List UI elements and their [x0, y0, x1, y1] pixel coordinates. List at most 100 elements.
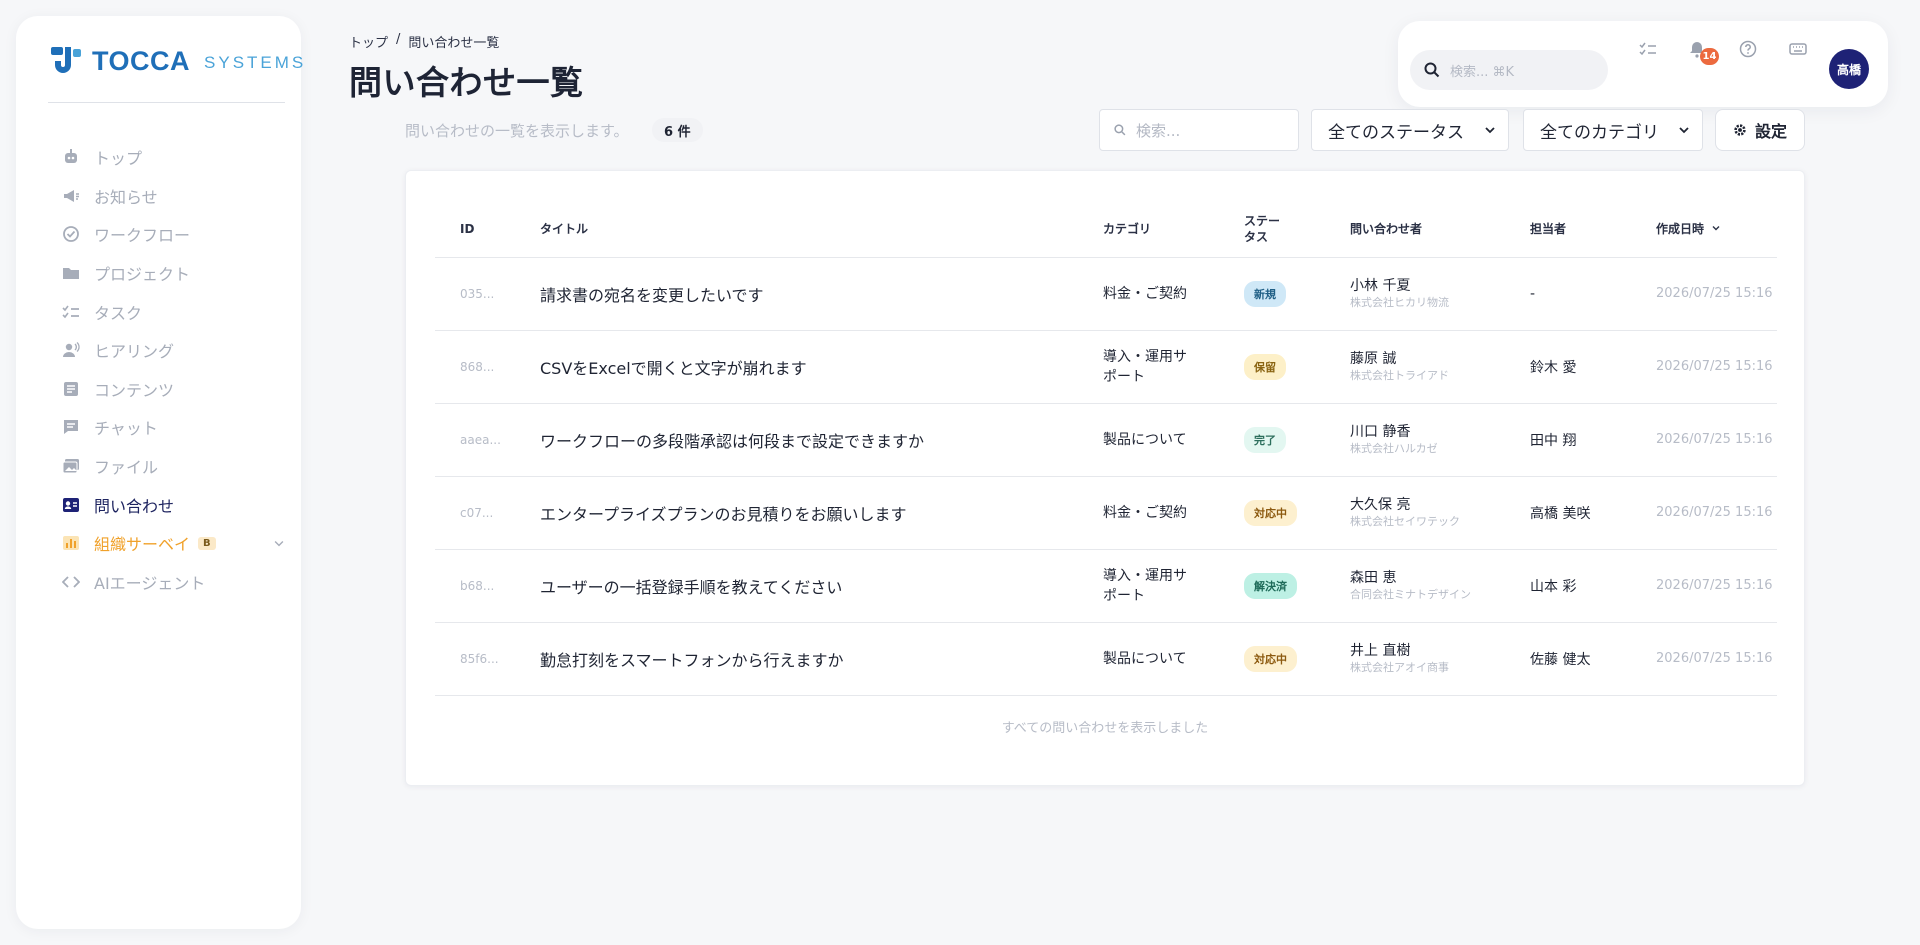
cell-requester: 大久保 亮株式会社セイワテック [1325, 476, 1505, 550]
cell-title[interactable]: エンタープライズプランのお見積りをお願いします [515, 476, 1078, 550]
bar-chart-icon [63, 536, 79, 551]
col-header-title[interactable]: タイトル [515, 201, 1078, 258]
cell-created: 2026/07/25 15:16 [1631, 257, 1777, 331]
status-badge: 対応中 [1244, 499, 1297, 526]
cell-assignee: 鈴木 愛 [1505, 330, 1631, 404]
global-search-input[interactable]: 検索... ⌘K [1410, 50, 1608, 90]
table-row[interactable]: aaea... ワークフローの多段階承認は何段まで設定できますか 製品について 完了 川… [435, 403, 1777, 477]
requester-company: 株式会社アオイ商事 [1350, 660, 1449, 674]
contact-card-icon [63, 497, 79, 512]
top-bar: 検索... ⌘K [1398, 21, 1888, 107]
col-header-status[interactable]: ステータス [1219, 201, 1325, 258]
table-row[interactable]: b68... ユーザーの一括登録手順を教えてください 導入・運用サポート 解決済 森田 … [435, 549, 1777, 623]
gear-icon [1734, 124, 1746, 136]
settings-label: 設定 [1754, 122, 1787, 141]
folder-icon [63, 268, 79, 280]
cell-created: 2026/07/25 15:16 [1631, 403, 1777, 477]
cell-requester: 川口 静香 株式会社ハルカゼ [1325, 403, 1505, 477]
cell-id: c07... [435, 476, 515, 550]
cell-category: 製品について [1078, 622, 1219, 696]
table-row[interactable]: 035... 請求書の宛名を変更したいです 料金・ご契約 新規 小林 千夏 株式会社ヒカリ… [435, 257, 1777, 331]
cell-category: 製品について [1078, 403, 1219, 477]
chat-icon [64, 420, 78, 435]
cell-title[interactable]: ワークフローの多段階承認は何段まで設定できますか [515, 403, 1078, 477]
category-filter-select[interactable]: 全てのカテゴリ [1523, 109, 1703, 151]
sidebar-item-news[interactable]: お知らせ [62, 177, 292, 216]
help-icon[interactable] [1737, 38, 1759, 60]
col-header-id[interactable]: ID [435, 201, 515, 258]
requester-company: 株式会社ハルカゼ [1350, 441, 1438, 455]
code-icon [62, 576, 80, 588]
sidebar-item-inquiries[interactable]: 問い合わせ [62, 485, 292, 524]
search-placeholder: 検索... [1136, 121, 1181, 140]
table-row[interactable]: 868... CSVをExcelで開くと文字が崩れます 導入・運用サポート 保留 藤原 … [435, 330, 1777, 404]
cell-title[interactable]: 請求書の宛名を変更したいです [515, 257, 1078, 331]
notification-count-badge: 14 [1700, 48, 1719, 65]
beta-badge: B [198, 536, 216, 550]
col-header-requester[interactable]: 問い合わせ者 [1325, 201, 1505, 258]
breadcrumb-home[interactable]: トップ [349, 32, 388, 51]
sidebar-item-top[interactable]: トップ [62, 138, 292, 177]
cell-requester: 井上 直樹 株式会社アオイ商事 [1325, 622, 1505, 696]
sort-desc-icon [1712, 225, 1720, 231]
inquiry-table: ID タイトル カテゴリ ステータス 問い合わせ者 担当者 作成日時 035..… [435, 201, 1777, 696]
table-row[interactable]: c07... エンタープライズプランのお見積りをお願いします 料金・ご契約 対応中 大久… [435, 476, 1777, 550]
requester-name: 井上 直樹 [1350, 642, 1411, 659]
tocca-logo-icon [51, 47, 81, 73]
cell-title[interactable]: 勤怠打刻をスマートフォンから行えますか [515, 622, 1078, 696]
cell-created: 2026/07/25 15:16 [1631, 549, 1777, 623]
cell-assignee: 高橋 美咲 [1505, 476, 1631, 550]
col-header-created[interactable]: 作成日時 [1631, 201, 1777, 258]
settings-button[interactable]: 設定 [1715, 109, 1805, 151]
cell-status: 対応中 [1219, 622, 1325, 696]
sidebar-item-label: タスク [94, 303, 143, 323]
cell-status: 保留 [1219, 330, 1325, 404]
sidebar-item-label: お知らせ [94, 187, 158, 207]
sidebar-item-contents[interactable]: コンテンツ [62, 370, 292, 409]
cell-category: 導入・運用サポート [1078, 549, 1219, 623]
cell-title[interactable]: ユーザーの一括登録手順を教えてください [515, 549, 1078, 623]
sidebar-item-task[interactable]: タスク [62, 292, 292, 331]
brand-suffix: SYSTEMS [204, 53, 307, 72]
requester-name: 森田 恵 [1350, 569, 1397, 586]
status-badge: 対応中 [1244, 645, 1297, 672]
sidebar-item-chat[interactable]: チャット [62, 408, 292, 447]
brand-logo[interactable]: TOCCA SYSTEMS [48, 42, 306, 80]
cell-id: 035... [435, 257, 515, 331]
requester-company: 株式会社セイワテック [1350, 514, 1460, 528]
sidebar-item-survey[interactable]: 組織サーベイ B [62, 524, 292, 563]
sidebar-item-ai-agent[interactable]: AIエージェント [62, 563, 292, 602]
sidebar-item-label: トップ [94, 149, 143, 169]
inquiry-table-card: ID タイトル カテゴリ ステータス 問い合わせ者 担当者 作成日時 035..… [405, 170, 1805, 786]
task-list-icon[interactable] [1637, 38, 1659, 60]
cell-id: b68... [435, 549, 515, 623]
search-icon [1114, 124, 1126, 136]
sidebar-item-files[interactable]: ファイル [62, 447, 292, 486]
user-avatar[interactable]: 高橋 [1829, 49, 1869, 89]
cell-status: 解決済 [1219, 549, 1325, 623]
status-badge: 解決済 [1244, 572, 1297, 599]
requester-name: 小林 千夏 [1350, 277, 1411, 294]
inquiry-search-input[interactable]: 検索... [1099, 109, 1299, 151]
global-search-placeholder: 検索... ⌘K [1450, 64, 1515, 80]
sidebar-item-project[interactable]: プロジェクト [62, 254, 292, 293]
keyboard-icon[interactable] [1787, 38, 1809, 60]
cell-requester: 藤原 誠株式会社トライアド [1325, 330, 1505, 404]
col-header-created-label: 作成日時 [1656, 221, 1705, 236]
col-header-assignee[interactable]: 担当者 [1505, 201, 1631, 258]
sidebar-item-label: 組織サーベイ [94, 535, 191, 555]
cell-created: 2026/07/25 15:16 [1631, 622, 1777, 696]
sidebar-item-workflow[interactable]: ワークフロー [62, 215, 292, 254]
status-filter-select[interactable]: 全てのステータス [1311, 109, 1509, 151]
cell-title[interactable]: CSVをExcelで開くと文字が崩れます [515, 330, 1078, 404]
sidebar-item-hearing[interactable]: ヒアリング [62, 331, 292, 370]
document-icon [64, 381, 78, 396]
sidebar-item-label: 問い合わせ [94, 496, 175, 516]
chevron-down-icon[interactable] [270, 536, 288, 550]
sidebar-item-label: プロジェクト [94, 265, 191, 285]
breadcrumb-separator: / [396, 32, 401, 47]
status-filter-value: 全てのステータス [1328, 122, 1464, 143]
col-header-category[interactable]: カテゴリ [1078, 201, 1219, 258]
table-row[interactable]: 85f6... 勤怠打刻をスマートフォンから行えますか 製品について 対応中 井上 直樹… [435, 622, 1777, 696]
megaphone-icon [64, 189, 79, 202]
